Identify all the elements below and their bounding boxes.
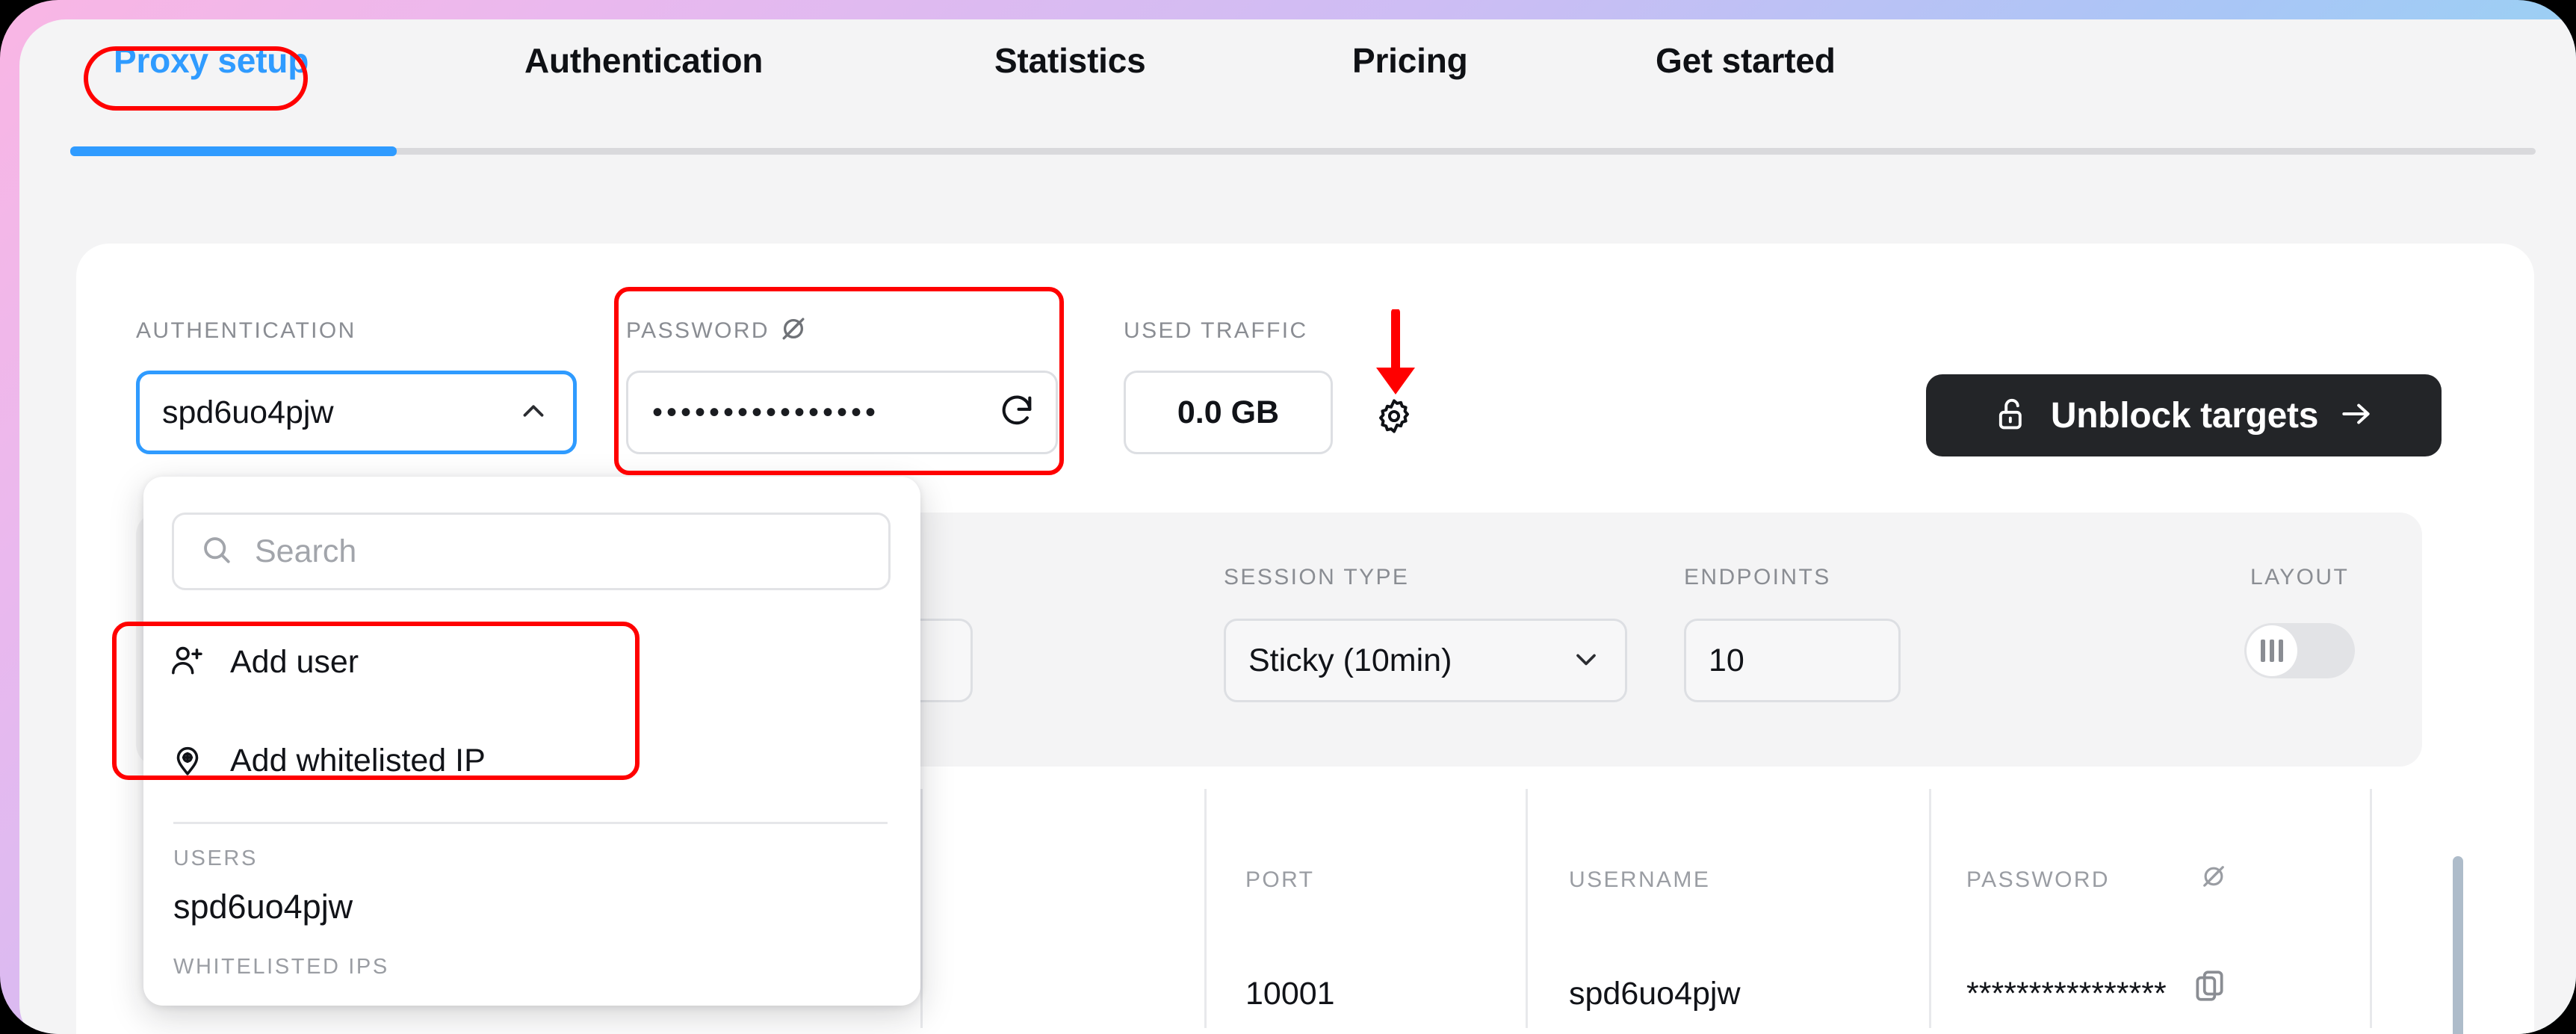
tab-proxy-setup[interactable]: Proxy setup [114, 40, 309, 81]
authentication-value: spd6uo4pjw [162, 394, 334, 430]
authentication-label: AUTHENTICATION [136, 318, 356, 343]
add-whitelisted-ip-action[interactable]: Add whitelisted IP [169, 725, 886, 796]
endpoints-label: ENDPOINTS [1684, 565, 1831, 589]
tab-get-started[interactable]: Get started [1656, 40, 1836, 81]
table-column-divider [1929, 789, 1931, 1028]
tab-active-indicator [70, 146, 397, 156]
eye-off-icon[interactable] [777, 312, 810, 349]
add-user-action[interactable]: Add user [169, 626, 886, 698]
tab-bar: Proxy setup Authentication Statistics Pr… [19, 19, 2560, 156]
window-surface: Proxy setup Authentication Statistics Pr… [19, 19, 2576, 1034]
password-field[interactable]: •••••••••••••••• [626, 371, 1058, 454]
session-type-label: SESSION TYPE [1224, 565, 1410, 589]
tab-underline-track [70, 148, 2536, 155]
authentication-dropdown-panel: Search Add user Add whitelisted IP USERS… [143, 477, 920, 1006]
app-gradient-frame: Proxy setup Authentication Statistics Pr… [0, 0, 2576, 1034]
session-type-value: Sticky (10min) [1248, 642, 1452, 678]
authentication-select[interactable]: spd6uo4pjw [136, 371, 577, 454]
password-masked-value: •••••••••••••••• [652, 396, 880, 429]
whitelisted-ips-section-heading: WHITELISTED IPS [173, 955, 389, 979]
add-user-label: Add user [230, 643, 359, 680]
user-plus-icon [169, 642, 206, 683]
unlock-icon [1993, 394, 2031, 437]
target-pin-icon [169, 740, 206, 781]
eye-off-icon[interactable] [2198, 861, 2229, 896]
table-header-password: PASSWORD [1966, 867, 2110, 892]
used-traffic-label: USED TRAFFIC [1124, 318, 1308, 343]
search-input[interactable]: Search [172, 513, 891, 590]
used-traffic-value: 0.0 GB [1177, 394, 1280, 430]
table-cell-port: 10001 [1245, 976, 1335, 1012]
copy-icon[interactable] [2190, 967, 2228, 1008]
gear-icon[interactable] [1373, 395, 1415, 437]
tab-authentication[interactable]: Authentication [524, 40, 763, 81]
add-whitelisted-ip-label: Add whitelisted IP [230, 742, 486, 778]
refresh-icon[interactable] [997, 391, 1036, 434]
tab-statistics[interactable]: Statistics [994, 40, 1146, 81]
arrow-right-icon [2338, 395, 2375, 436]
table-cell-username: spd6uo4pjw [1569, 976, 1741, 1012]
table-column-divider [2370, 789, 2372, 1028]
layout-toggle[interactable] [2244, 623, 2355, 678]
vertical-scrollbar[interactable] [2453, 856, 2463, 1034]
users-section-heading: USERS [173, 846, 258, 870]
annotation-arrow-to-gear [1376, 309, 1415, 394]
chevron-down-icon [1570, 643, 1603, 679]
layout-label: LAYOUT [2250, 565, 2350, 589]
endpoints-input[interactable]: 10 [1684, 619, 1901, 702]
session-type-select[interactable]: Sticky (10min) [1224, 619, 1627, 702]
dropdown-divider [173, 822, 888, 824]
unblock-targets-button[interactable]: Unblock targets [1926, 374, 2442, 456]
used-traffic-value-box: 0.0 GB [1124, 371, 1333, 454]
search-icon [199, 533, 234, 571]
table-header-port: PORT [1245, 867, 1315, 892]
password-label: PASSWORD [626, 318, 770, 343]
table-header-username: USERNAME [1569, 867, 1711, 892]
table-cell-password: **************** [1966, 976, 2167, 1012]
table-column-divider [920, 789, 923, 1028]
chevron-up-icon [516, 394, 551, 432]
dropdown-user-item[interactable]: spd6uo4pjw [173, 888, 353, 926]
search-placeholder: Search [255, 533, 357, 569]
table-column-divider [1526, 789, 1528, 1028]
endpoints-value: 10 [1709, 642, 1744, 678]
unblock-targets-label: Unblock targets [2050, 395, 2319, 436]
table-column-divider [1204, 789, 1207, 1028]
tab-pricing[interactable]: Pricing [1352, 40, 1468, 81]
columns-icon [2247, 625, 2297, 676]
